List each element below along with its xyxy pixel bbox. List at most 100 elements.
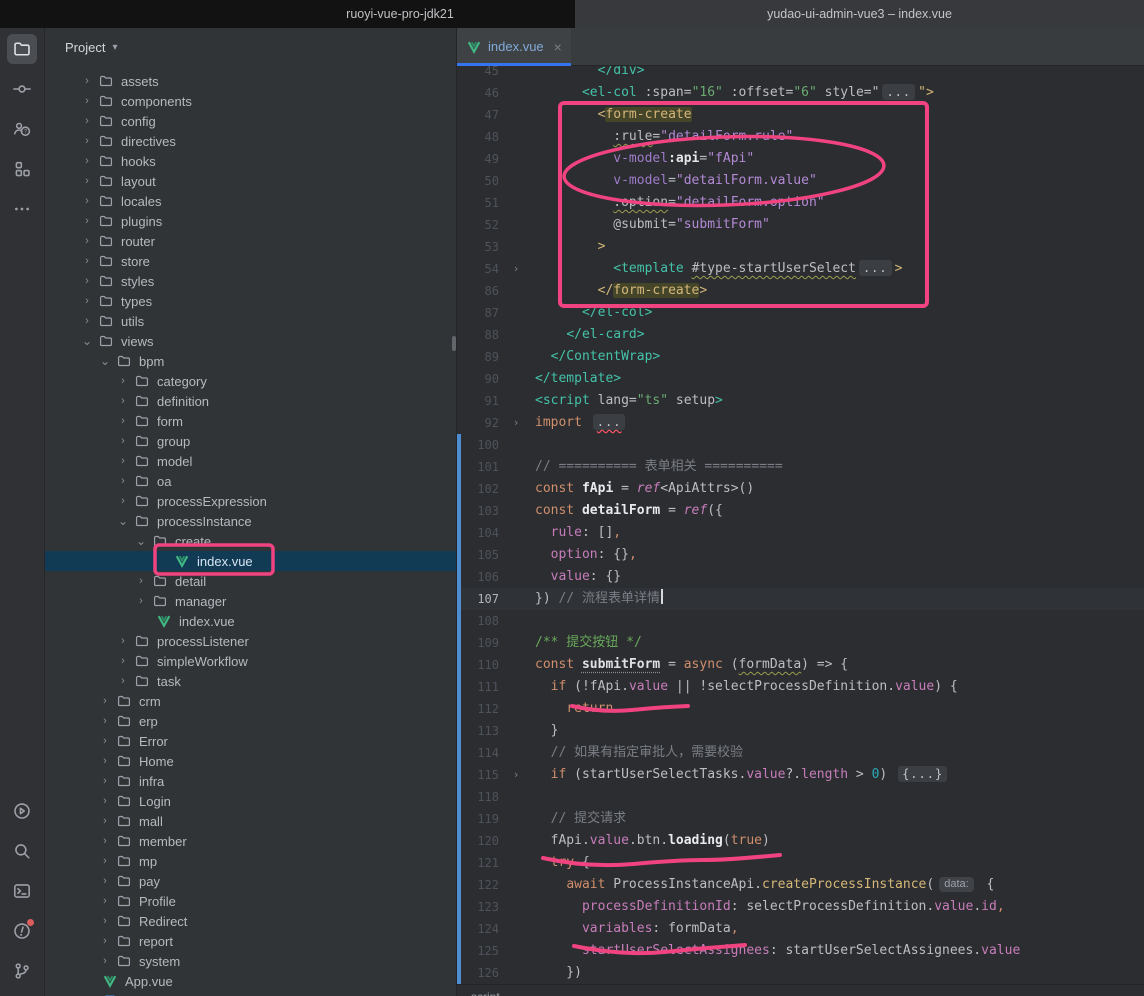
tree-item-create[interactable]: ⌄create [45, 531, 456, 551]
code-line-105[interactable]: 105 option: {}, [457, 544, 1144, 566]
code-line-108[interactable]: 108 [457, 610, 1144, 632]
tree-item-Error[interactable]: ›Error [45, 731, 456, 751]
structure-icon[interactable] [7, 154, 37, 184]
chevron-down-icon[interactable]: ⌄ [97, 354, 113, 368]
chevron-down-icon[interactable]: ⌄ [115, 514, 131, 528]
code-line-54[interactable]: 54› <template #type-startUserSelect...> [457, 258, 1144, 280]
tree-item-hooks[interactable]: ›hooks [45, 151, 456, 171]
chevron-right-icon[interactable]: › [79, 155, 95, 167]
chevron-right-icon[interactable]: › [133, 575, 149, 587]
code-line-115[interactable]: 115› if (startUserSelectTasks.value?.len… [457, 764, 1144, 786]
chevron-right-icon[interactable]: › [97, 855, 113, 867]
chevron-right-icon[interactable]: › [79, 255, 95, 267]
tree-item-group[interactable]: ›group [45, 431, 456, 451]
fold-arrow-icon[interactable]: › [503, 412, 529, 434]
tree-item-utils[interactable]: ›utils [45, 311, 456, 331]
chevron-right-icon[interactable]: › [115, 395, 131, 407]
tree-item-index.vue[interactable]: index.vue [45, 551, 456, 571]
run-icon[interactable] [7, 796, 37, 826]
chevron-right-icon[interactable]: › [97, 915, 113, 927]
tree-item-system[interactable]: ›system [45, 951, 456, 971]
chevron-right-icon[interactable]: › [115, 495, 131, 507]
tree-item-Home[interactable]: ›Home [45, 751, 456, 771]
code-line-120[interactable]: 120 fApi.value.btn.loading(true) [457, 830, 1144, 852]
code-line-106[interactable]: 106 value: {} [457, 566, 1144, 588]
active-window-title-bar[interactable]: yudao-ui-admin-vue3 – index.vue [575, 0, 1144, 28]
code-line-124[interactable]: 124 variables: formData, [457, 918, 1144, 940]
chevron-right-icon[interactable]: › [97, 695, 113, 707]
chevron-right-icon[interactable]: › [79, 195, 95, 207]
code-line-122[interactable]: 122 await ProcessInstanceApi.createProce… [457, 874, 1144, 896]
code-line-110[interactable]: 110const submitForm = async (formData) =… [457, 654, 1144, 676]
code-line-50[interactable]: 50 v-model="detailForm.value" [457, 170, 1144, 192]
chevron-right-icon[interactable]: › [115, 655, 131, 667]
project-panel-scrollbar[interactable] [452, 336, 456, 351]
chevron-right-icon[interactable]: › [115, 635, 131, 647]
chevron-right-icon[interactable]: › [115, 435, 131, 447]
code-line-49[interactable]: 49 v-model:api="fApi" [457, 148, 1144, 170]
chevron-right-icon[interactable]: › [79, 235, 95, 247]
chevron-right-icon[interactable]: › [79, 215, 95, 227]
problems-icon[interactable] [7, 916, 37, 946]
tree-item-bpm[interactable]: ⌄bpm [45, 351, 456, 371]
tree-item-manager[interactable]: ›manager [45, 591, 456, 611]
tree-item-category[interactable]: ›category [45, 371, 456, 391]
tree-item-form[interactable]: ›form [45, 411, 456, 431]
chevron-right-icon[interactable]: › [79, 175, 95, 187]
code-line-87[interactable]: 87 </el-col> [457, 302, 1144, 324]
code-line-45[interactable]: 45 </div> [457, 66, 1144, 82]
breadcrumb[interactable]: script [457, 984, 1144, 996]
chevron-right-icon[interactable]: › [97, 775, 113, 787]
more-icon[interactable] [7, 194, 37, 224]
tree-item-pay[interactable]: ›pay [45, 871, 456, 891]
chevron-right-icon[interactable]: › [79, 275, 95, 287]
chevron-right-icon[interactable]: › [115, 675, 131, 687]
code-line-102[interactable]: 102const fApi = ref<ApiAttrs>() [457, 478, 1144, 500]
tree-item-processListener[interactable]: ›processListener [45, 631, 456, 651]
tab-index-vue[interactable]: index.vue × [457, 28, 571, 65]
chevron-right-icon[interactable]: › [115, 455, 131, 467]
tree-item-processInstance[interactable]: ⌄processInstance [45, 511, 456, 531]
close-icon[interactable]: × [554, 39, 562, 55]
code-line-121[interactable]: 121 try { [457, 852, 1144, 874]
chevron-right-icon[interactable]: › [97, 955, 113, 967]
chevron-right-icon[interactable]: › [97, 935, 113, 947]
tree-item-model[interactable]: ›model [45, 451, 456, 471]
chevron-right-icon[interactable]: › [79, 135, 95, 147]
tree-item-styles[interactable]: ›styles [45, 271, 456, 291]
chevron-right-icon[interactable]: › [97, 875, 113, 887]
code-line-47[interactable]: 47 <form-create [457, 104, 1144, 126]
code-line-119[interactable]: 119 // 提交请求 [457, 808, 1144, 830]
tree-item-definition[interactable]: ›definition [45, 391, 456, 411]
tree-item-assets[interactable]: ›assets [45, 71, 456, 91]
tree-item-mp[interactable]: ›mp [45, 851, 456, 871]
chevron-right-icon[interactable]: › [97, 895, 113, 907]
tree-item-member[interactable]: ›member [45, 831, 456, 851]
tree-item-mall[interactable]: ›mall [45, 811, 456, 831]
fold-arrow-icon[interactable]: › [503, 764, 529, 786]
code-line-90[interactable]: 90</template> [457, 368, 1144, 390]
code-line-111[interactable]: 111 if (!fApi.value || !selectProcessDef… [457, 676, 1144, 698]
editor-body[interactable]: 45 </div>46 <el-col :span="16" :offset="… [457, 66, 1144, 984]
tree-item-components[interactable]: ›components [45, 91, 456, 111]
tree-item-clipped-file[interactable] [45, 991, 456, 996]
tree-item-Redirect[interactable]: ›Redirect [45, 911, 456, 931]
tree-item-App.vue[interactable]: App.vue [45, 971, 456, 991]
chevron-down-icon[interactable]: ⌄ [133, 534, 149, 548]
tree-item-detail[interactable]: ›detail [45, 571, 456, 591]
code-line-109[interactable]: 109/** 提交按钮 */ [457, 632, 1144, 654]
chevron-right-icon[interactable]: › [133, 595, 149, 607]
terminal-icon[interactable] [7, 876, 37, 906]
commit-icon[interactable] [7, 74, 37, 104]
tree-item-index.vue[interactable]: index.vue [45, 611, 456, 631]
code-line-86[interactable]: 86 </form-create> [457, 280, 1144, 302]
chevron-right-icon[interactable]: › [79, 315, 95, 327]
tree-item-task[interactable]: ›task [45, 671, 456, 691]
code-line-112[interactable]: 112 return [457, 698, 1144, 720]
search-icon[interactable] [7, 836, 37, 866]
tree-item-erp[interactable]: ›erp [45, 711, 456, 731]
tree-item-oa[interactable]: ›oa [45, 471, 456, 491]
code-line-101[interactable]: 101// ========== 表单相关 ========== [457, 456, 1144, 478]
tree-item-layout[interactable]: ›layout [45, 171, 456, 191]
code-line-51[interactable]: 51 :option="detailForm.option" [457, 192, 1144, 214]
